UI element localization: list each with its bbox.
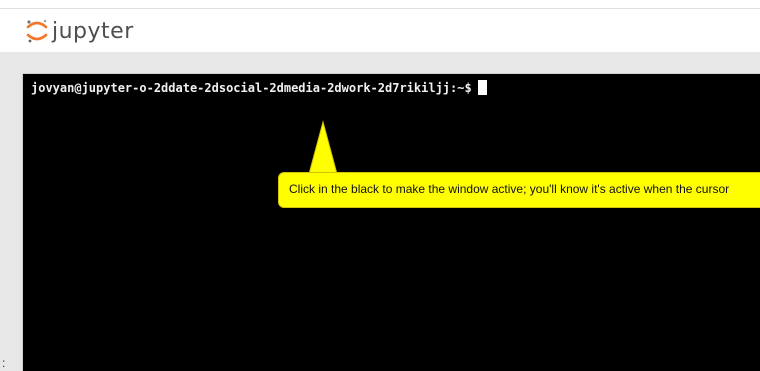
- terminal-window[interactable]: jovyan@jupyter-o-2ddate-2dsocial-2dmedia…: [22, 73, 760, 371]
- jupyter-logo-text: jupyter: [52, 18, 134, 44]
- terminal-cursor: [477, 80, 487, 95]
- tooltip-text: Click in the black to make the window ac…: [289, 182, 730, 196]
- tooltip-pointer: [308, 120, 338, 175]
- help-tooltip: Click in the black to make the window ac…: [278, 172, 760, 208]
- terminal-prompt: jovyan@jupyter-o-2ddate-2dsocial-2dmedia…: [31, 80, 472, 95]
- jupyter-logo[interactable]: jupyter: [25, 16, 134, 46]
- terminal-prompt-line: jovyan@jupyter-o-2ddate-2dsocial-2dmedia…: [31, 80, 487, 95]
- jupyter-logo-icon: [26, 19, 48, 43]
- edge-mark: :: [2, 356, 6, 370]
- window-top-strip: [0, 0, 760, 9]
- jupyter-header: jupyter: [0, 9, 760, 52]
